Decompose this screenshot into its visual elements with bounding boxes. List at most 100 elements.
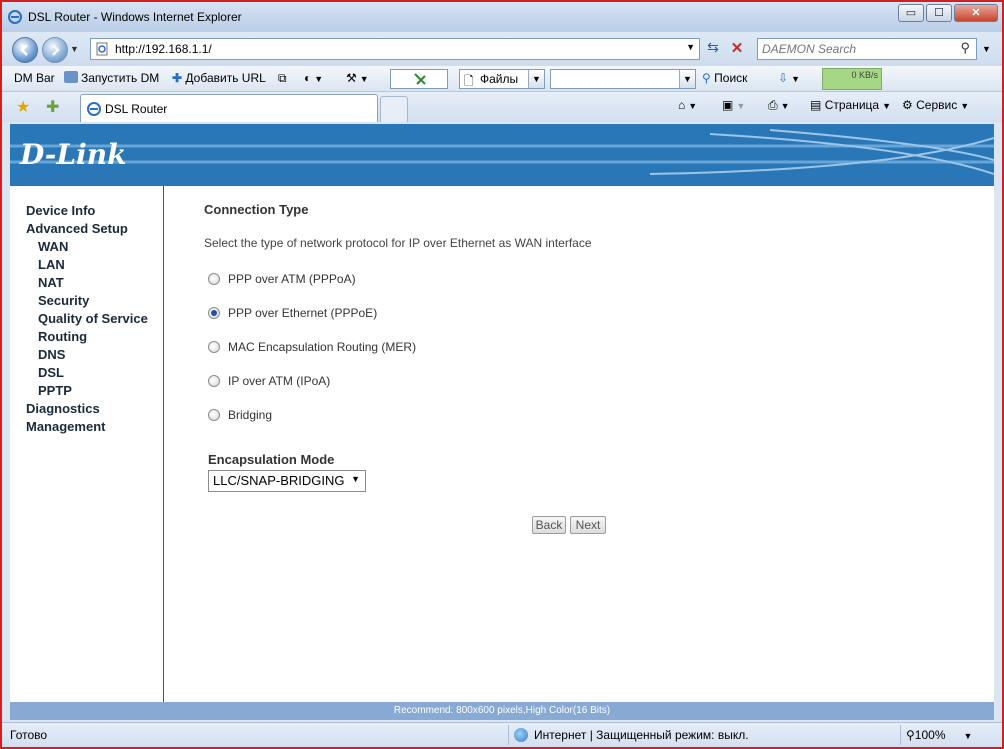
- option-mer[interactable]: MAC Encapsulation Routing (MER): [208, 340, 416, 354]
- radio-button[interactable]: [208, 409, 220, 421]
- option-ipoa[interactable]: IP over ATM (IPoA): [208, 374, 330, 388]
- ie-logo-icon: [87, 102, 101, 116]
- zoom-level: 100%: [914, 728, 946, 742]
- files-label: Файлы: [480, 72, 519, 86]
- page-menu-icon: ▤: [810, 98, 822, 112]
- download-icon[interactable]: ⇩ ▼: [778, 71, 800, 85]
- dm-search-button[interactable]: ⚲ Поиск: [702, 71, 747, 85]
- connection-status-icon: [414, 73, 426, 85]
- search-box[interactable]: ⚲: [757, 38, 977, 60]
- arrow-left-icon: [20, 44, 28, 56]
- address-bar[interactable]: http://192.168.1.1/ ▼: [90, 38, 700, 60]
- option-label: PPP over Ethernet (PPPoE): [228, 306, 378, 320]
- title-bar: DSL Router - Windows Internet Explorer ▭…: [2, 2, 1002, 32]
- arrow-right-icon: [52, 44, 60, 56]
- page-title: Connection Type: [204, 202, 309, 217]
- home-icon[interactable]: ⌂ ▼: [678, 98, 697, 112]
- address-url[interactable]: http://192.168.1.1/: [115, 42, 212, 56]
- maximize-button[interactable]: ☐: [926, 4, 952, 22]
- status-divider: [508, 725, 509, 745]
- next-button[interactable]: Next: [570, 516, 606, 534]
- sidebar-item-management[interactable]: Management: [26, 418, 148, 436]
- dm-command-box[interactable]: [390, 69, 448, 89]
- launch-dm-label: Запустить DM: [81, 71, 160, 85]
- search-icon: ⚲: [702, 71, 711, 85]
- stop-icon[interactable]: ✕: [726, 39, 748, 59]
- tools-menu[interactable]: ⚙ Сервис ▼: [902, 98, 969, 112]
- sidebar-item-qos[interactable]: Quality of Service: [26, 310, 148, 328]
- sidebar-item-device-info[interactable]: Device Info: [26, 202, 148, 220]
- back-button[interactable]: Back: [532, 516, 566, 534]
- tab-toolbar: ★ ✚ DSL Router ⌂ ▼ ▣ ▼ ⎙ ▼ ▤ Страница ▼ ⚙ Се…: [2, 92, 1002, 122]
- minimize-button[interactable]: ▭: [898, 4, 924, 22]
- radio-button-selected[interactable]: [208, 307, 220, 319]
- file-icon: 🗋: [464, 74, 474, 88]
- chevron-down-icon[interactable]: ▼: [528, 70, 544, 88]
- status-bar: Готово Интернет | Защищенный режим: выкл…: [2, 722, 1002, 747]
- radio-button[interactable]: [208, 273, 220, 285]
- sidebar-item-security[interactable]: Security: [26, 292, 148, 310]
- files-dropdown[interactable]: 🗋 Файлы ▼: [459, 69, 545, 89]
- search-input[interactable]: [762, 39, 952, 59]
- forward-nav-button[interactable]: [42, 37, 68, 63]
- history-dropdown-icon[interactable]: ▼: [70, 44, 79, 54]
- sidebar-item-lan[interactable]: LAN: [26, 256, 148, 274]
- status-text: Готово: [10, 728, 48, 742]
- chevron-down-icon[interactable]: ▼: [679, 70, 695, 88]
- zoom-control[interactable]: ⚲100% ▼: [906, 728, 972, 742]
- sidebar-item-dns[interactable]: DNS: [26, 346, 148, 364]
- launch-dm-button[interactable]: Запустить DM: [64, 71, 159, 85]
- close-button[interactable]: ✕: [954, 4, 998, 22]
- banner-decoration: [10, 129, 994, 175]
- page-menu-label: Страница: [824, 98, 880, 112]
- dm-bar-label: DM Bar: [14, 71, 55, 85]
- refresh-icon[interactable]: ⇆: [702, 39, 724, 59]
- sidebar-item-wan[interactable]: WAN: [26, 238, 148, 256]
- option-pppoe[interactable]: PPP over Ethernet (PPPoE): [208, 306, 377, 320]
- sidebar-item-nat[interactable]: NAT: [26, 274, 148, 292]
- dm-search-combo[interactable]: ▼: [550, 69, 696, 89]
- tools-menu-label: Сервис: [916, 98, 958, 112]
- radio-button[interactable]: [208, 341, 220, 353]
- tab-label: DSL Router: [105, 102, 168, 116]
- sidebar-item-pptp[interactable]: PPTP: [26, 382, 148, 400]
- back-nav-button[interactable]: [12, 37, 38, 63]
- dm-tools-icon[interactable]: ⚒ ▼: [346, 71, 369, 85]
- feeds-icon[interactable]: ▣ ▼: [722, 98, 745, 112]
- browser-window: DSL Router - Windows Internet Explorer ▭…: [0, 0, 1004, 749]
- new-tab-button[interactable]: [380, 96, 408, 122]
- encapsulation-value: LLC/SNAP-BRIDGING: [213, 473, 345, 488]
- sidebar-item-diagnostics[interactable]: Diagnostics: [26, 400, 148, 418]
- sidebar-item-dsl[interactable]: DSL: [26, 364, 148, 382]
- main-panel: Connection Type Select the type of netwo…: [204, 186, 974, 702]
- option-label: IP over ATM (IPoA): [228, 374, 331, 388]
- speed-meter: 0 KB/s: [822, 68, 882, 90]
- add-favorite-icon[interactable]: ✚: [46, 97, 59, 117]
- page-menu[interactable]: ▤ Страница ▼: [810, 98, 891, 112]
- page-content: D-Link Device Info Advanced Setup WAN LA…: [10, 124, 994, 720]
- option-label: MAC Encapsulation Routing (MER): [228, 340, 417, 354]
- option-label: Bridging: [228, 408, 273, 422]
- encapsulation-label: Encapsulation Mode: [208, 452, 335, 467]
- search-icon[interactable]: ⚲: [960, 40, 970, 56]
- encapsulation-select[interactable]: LLC/SNAP-BRIDGING ▼: [208, 470, 366, 492]
- address-dropdown-icon[interactable]: ▼: [686, 42, 695, 52]
- sidebar-item-advanced-setup[interactable]: Advanced Setup: [26, 220, 148, 238]
- radio-button[interactable]: [208, 375, 220, 387]
- search-dropdown-icon[interactable]: ▼: [982, 44, 991, 54]
- sidebar-item-routing[interactable]: Routing: [26, 328, 148, 346]
- dm-search-label: Поиск: [714, 71, 748, 85]
- dm-window-icon[interactable]: ⧉: [278, 71, 287, 86]
- dm-status-icon[interactable]: ◐ ▼: [304, 71, 323, 85]
- dlink-banner: D-Link: [10, 124, 994, 186]
- add-url-button[interactable]: ✚ Добавить URL: [172, 71, 266, 85]
- globe-icon: [514, 728, 528, 742]
- option-label: PPP over ATM (PPPoA): [228, 272, 356, 286]
- favorites-star-icon[interactable]: ★: [16, 97, 30, 117]
- option-pppoa[interactable]: PPP over ATM (PPPoA): [208, 272, 356, 286]
- tab-dsl-router[interactable]: DSL Router: [80, 94, 378, 122]
- option-bridging[interactable]: Bridging: [208, 408, 272, 422]
- print-icon[interactable]: ⎙ ▼: [768, 98, 790, 113]
- security-zone[interactable]: Интернет | Защищенный режим: выкл.: [514, 728, 749, 742]
- zoom-icon: ⚲: [906, 728, 915, 742]
